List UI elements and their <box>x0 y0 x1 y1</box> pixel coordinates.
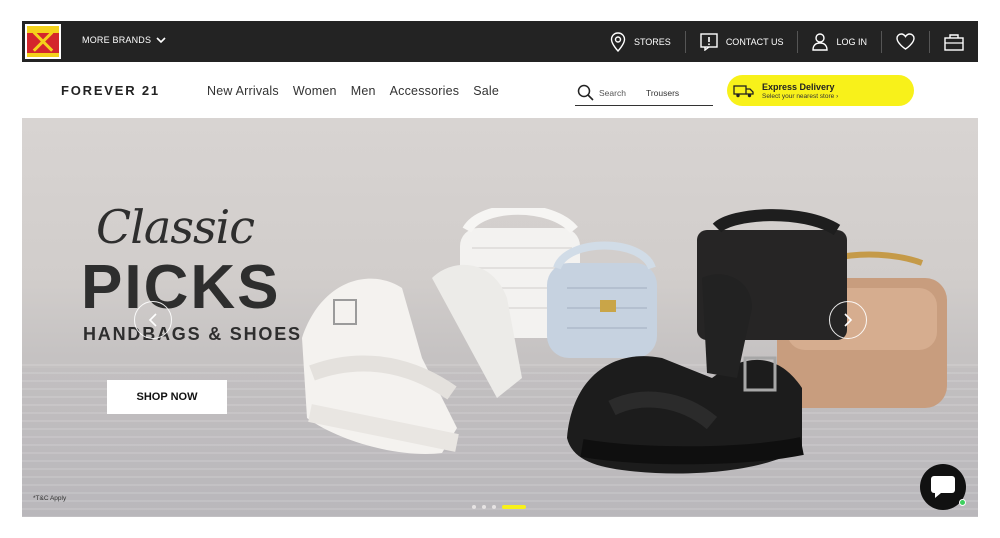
carousel-dot[interactable] <box>492 505 496 509</box>
heart-icon <box>896 33 915 50</box>
chat-button[interactable] <box>920 464 966 510</box>
hero-banner[interactable]: Classic PICKS HANDBAGS & SHOES SHOP NOW … <box>22 118 978 517</box>
search-input[interactable]: Search Trousers <box>575 80 713 106</box>
carousel-dot-active[interactable] <box>502 505 526 509</box>
search-label: Search <box>599 87 626 98</box>
carousel-prev-button[interactable] <box>134 301 172 339</box>
stores-link[interactable]: STORES <box>596 30 686 53</box>
top-bar: MORE BRANDS STORES CONTACT US LOG IN <box>22 21 978 62</box>
cart-link[interactable] <box>930 31 978 53</box>
product-image <box>302 208 947 474</box>
chevron-down-icon <box>156 36 166 43</box>
forever21-logo[interactable]: FOREVER 21 <box>61 83 160 98</box>
carousel-dots <box>472 505 526 509</box>
main-nav: FOREVER 21 New Arrivals Women Men Access… <box>22 62 978 118</box>
contact-us-label: CONTACT US <box>725 36 784 47</box>
carousel-dot[interactable] <box>482 505 486 509</box>
stores-label: STORES <box>633 36 671 47</box>
top-right-links: STORES CONTACT US LOG IN <box>596 21 978 62</box>
online-indicator <box>959 499 966 506</box>
search-icon <box>577 84 594 101</box>
shopping-bag-icon <box>944 33 964 51</box>
hero-script-title: Classic <box>96 200 255 254</box>
hero-subtitle: HANDBAGS & SHOES <box>83 324 302 344</box>
express-text: Express Delivery Select your nearest sto… <box>762 82 838 100</box>
login-label: LOG IN <box>836 36 867 47</box>
shop-now-button[interactable]: SHOP NOW <box>107 380 227 414</box>
page: MORE BRANDS STORES CONTACT US LOG IN FOR… <box>0 0 1000 538</box>
menu-item-new-arrivals[interactable]: New Arrivals <box>207 84 279 98</box>
menu-item-men[interactable]: Men <box>351 84 376 98</box>
more-brands-label: MORE BRANDS <box>82 35 152 45</box>
menu-item-accessories[interactable]: Accessories <box>390 84 460 98</box>
search-value: Trousers <box>645 87 680 98</box>
contact-icon <box>700 32 718 51</box>
contact-us-link[interactable]: CONTACT US <box>686 30 799 53</box>
express-title: Express Delivery <box>762 81 835 92</box>
carousel-dot[interactable] <box>472 505 476 509</box>
wishlist-link[interactable] <box>882 30 930 53</box>
carousel-next-button[interactable] <box>829 301 867 339</box>
category-menu: New Arrivals Women Men Accessories Sale <box>207 84 499 98</box>
hero-main-title: PICKS <box>81 253 281 322</box>
location-pin-icon <box>610 31 626 52</box>
express-subtitle: Select your nearest store › <box>762 92 839 100</box>
menu-item-women[interactable]: Women <box>293 84 337 98</box>
chevron-right-icon <box>844 313 853 327</box>
express-delivery-button[interactable]: Express Delivery Select your nearest sto… <box>727 75 914 106</box>
truck-icon <box>733 84 754 97</box>
chevron-left-icon <box>148 313 157 327</box>
menu-item-sale[interactable]: Sale <box>473 84 499 98</box>
aditya-birla-logo[interactable] <box>25 24 61 59</box>
more-brands-dropdown[interactable]: MORE BRANDS <box>82 35 166 45</box>
login-link[interactable]: LOG IN <box>798 30 882 53</box>
terms-note: *T&C Apply <box>33 495 67 502</box>
user-icon <box>812 32 829 51</box>
chat-bubble-icon <box>931 476 955 498</box>
